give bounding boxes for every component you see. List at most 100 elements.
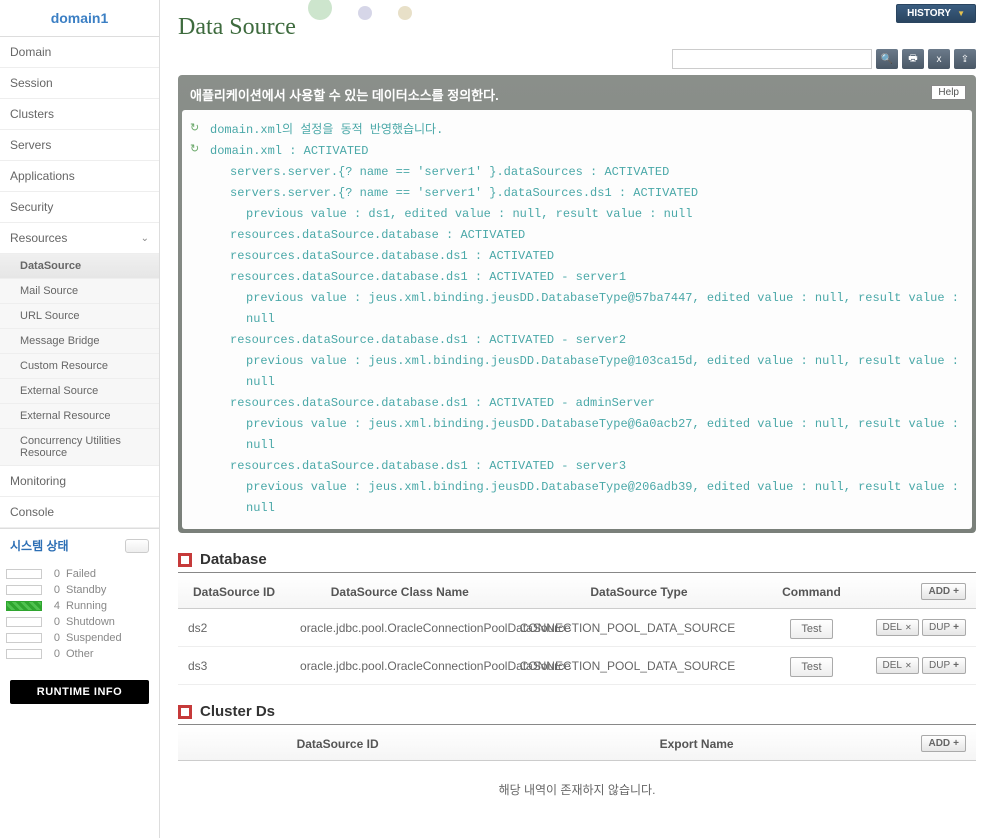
message-line: resources.dataSource.database.ds1 : ACTI…: [190, 456, 964, 477]
domain-title[interactable]: domain1: [0, 0, 159, 37]
status-bar: [6, 601, 42, 611]
test-button[interactable]: Test: [790, 619, 832, 639]
status-count: 0: [48, 616, 60, 628]
delete-button[interactable]: DEL: [876, 657, 919, 674]
test-button[interactable]: Test: [790, 657, 832, 677]
subnav-url-source[interactable]: URL Source: [0, 304, 159, 329]
search-toolbar: 🔍 🖶 x ⇪: [178, 49, 976, 69]
database-title: Database: [200, 551, 267, 568]
subnav-custom-resource[interactable]: Custom Resource: [0, 354, 159, 379]
chevron-down-icon: ⌄: [141, 233, 149, 244]
status-count: 0: [48, 648, 60, 660]
message-line: servers.server.{? name == 'server1' }.da…: [190, 162, 964, 183]
subnav-datasource[interactable]: DataSource: [0, 254, 159, 279]
message-line: previous value : jeus.xml.binding.jeusDD…: [190, 288, 964, 330]
status-row-shutdown: 0 Shutdown: [6, 614, 153, 630]
add-button[interactable]: ADD: [921, 583, 966, 600]
status-label: Standby: [66, 584, 106, 596]
main-content: HISTORY ▼ Data Source 🔍 🖶 x ⇪ 애플리케이션에서 사…: [160, 0, 986, 838]
system-status-title: 시스템 상태: [10, 537, 69, 554]
reload-icon: ↻: [190, 120, 204, 141]
message-line: ↻domain.xml : ACTIVATED: [190, 141, 964, 162]
cluster-ds-section: Cluster Ds DataSource ID Export Name ADD…: [178, 703, 976, 818]
cell-id: ds3: [178, 647, 290, 685]
duplicate-button[interactable]: DUP: [922, 657, 966, 674]
col-id: DataSource ID: [178, 575, 290, 609]
database-table: DataSource ID DataSource Class Name Data…: [178, 575, 976, 685]
subnav-mail-source[interactable]: Mail Source: [0, 279, 159, 304]
nav-item-clusters[interactable]: Clusters: [0, 99, 159, 130]
delete-button[interactable]: DEL: [876, 619, 919, 636]
cell-class: oracle.jdbc.pool.OracleConnectionPoolDat…: [290, 609, 510, 647]
subnav-message-bridge[interactable]: Message Bridge: [0, 329, 159, 354]
sidebar: domain1 DomainSessionClustersServersAppl…: [0, 0, 160, 838]
message-line: previous value : jeus.xml.binding.jeusDD…: [190, 477, 964, 519]
status-count: 0: [48, 584, 60, 596]
print-icon[interactable]: 🖶: [902, 49, 924, 69]
message-body: ↻domain.xml의 설정을 동적 반영했습니다.↻domain.xml :…: [182, 110, 972, 529]
cell-type: CONNECTION_POOL_DATA_SOURCE: [510, 647, 769, 685]
subnav-external-source[interactable]: External Source: [0, 379, 159, 404]
status-label: Suspended: [66, 632, 122, 644]
decorative-dots: [308, 6, 412, 20]
message-line: servers.server.{? name == 'server1' }.da…: [190, 183, 964, 204]
status-label: Failed: [66, 568, 96, 580]
message-line: resources.dataSource.database.ds1 : ACTI…: [190, 330, 964, 351]
nav-item-domain[interactable]: Domain: [0, 37, 159, 68]
status-row-failed: 0Failed: [6, 566, 153, 582]
nav-item-session[interactable]: Session: [0, 68, 159, 99]
message-panel: 애플리케이션에서 사용할 수 있는 데이터소스를 정의한다. Help ↻dom…: [178, 75, 976, 533]
cell-id: ds2: [178, 609, 290, 647]
nav-resources[interactable]: Resources ⌄: [0, 223, 159, 254]
export-icon[interactable]: ⇪: [954, 49, 976, 69]
cell-type: CONNECTION_POOL_DATA_SOURCE: [510, 609, 769, 647]
nav-item-applications[interactable]: Applications: [0, 161, 159, 192]
subnav-external-resource[interactable]: External Resource: [0, 404, 159, 429]
cell-class: oracle.jdbc.pool.OracleConnectionPoolDat…: [290, 647, 510, 685]
cluster-empty-message: 해당 내역이 존재하지 않습니다.: [178, 761, 976, 818]
nav-item-monitoring[interactable]: Monitoring: [0, 466, 159, 497]
xml-icon[interactable]: x: [928, 49, 950, 69]
status-bar: [6, 585, 42, 595]
reload-icon: ↻: [190, 141, 204, 162]
status-bar: [6, 569, 42, 579]
message-header: 애플리케이션에서 사용할 수 있는 데이터소스를 정의한다.: [182, 79, 972, 110]
message-line: previous value : jeus.xml.binding.jeusDD…: [190, 351, 964, 393]
status-label: Shutdown: [66, 616, 115, 628]
help-button[interactable]: Help: [931, 85, 966, 100]
col-class: DataSource Class Name: [290, 575, 510, 609]
runtime-info-button[interactable]: RUNTIME INFO: [10, 680, 149, 704]
col-actions: ADD: [896, 727, 976, 761]
col-id: DataSource ID: [178, 727, 497, 761]
cluster-ds-title: Cluster Ds: [200, 703, 275, 720]
duplicate-button[interactable]: DUP: [922, 619, 966, 636]
table-row[interactable]: ds2oracle.jdbc.pool.OracleConnectionPool…: [178, 609, 976, 647]
message-line: previous value : jeus.xml.binding.jeusDD…: [190, 414, 964, 456]
nav-item-console[interactable]: Console: [0, 497, 159, 528]
add-button[interactable]: ADD: [921, 735, 966, 752]
table-row[interactable]: ds3oracle.jdbc.pool.OracleConnectionPool…: [178, 647, 976, 685]
database-section: Database DataSource ID DataSource Class …: [178, 551, 976, 685]
system-status-header: 시스템 상태: [0, 528, 159, 562]
nav-item-servers[interactable]: Servers: [0, 130, 159, 161]
section-icon: [178, 553, 192, 567]
page-title: Data Source: [178, 0, 976, 49]
message-line: resources.dataSource.database.ds1 : ACTI…: [190, 393, 964, 414]
status-label: Other: [66, 648, 94, 660]
section-icon: [178, 705, 192, 719]
status-bar: [6, 633, 42, 643]
cluster-table: DataSource ID Export Name ADD: [178, 727, 976, 761]
status-list: 0Failed0Standby4Running0Shutdown0Suspend…: [0, 562, 159, 672]
message-line: resources.dataSource.database : ACTIVATE…: [190, 225, 964, 246]
subnav-concurrency-utilities-resource[interactable]: Concurrency Utilities Resource: [0, 429, 159, 466]
message-line: ↻domain.xml의 설정을 동적 반영했습니다.: [190, 120, 964, 141]
message-line: resources.dataSource.database.ds1 : ACTI…: [190, 246, 964, 267]
status-bar: [6, 649, 42, 659]
status-count: 4: [48, 600, 60, 612]
search-icon[interactable]: 🔍: [876, 49, 898, 69]
search-input[interactable]: [672, 49, 872, 69]
col-command: Command: [768, 575, 854, 609]
nav-item-security[interactable]: Security: [0, 192, 159, 223]
status-toggle[interactable]: [125, 539, 149, 553]
nav-resources-label: Resources: [10, 231, 67, 245]
